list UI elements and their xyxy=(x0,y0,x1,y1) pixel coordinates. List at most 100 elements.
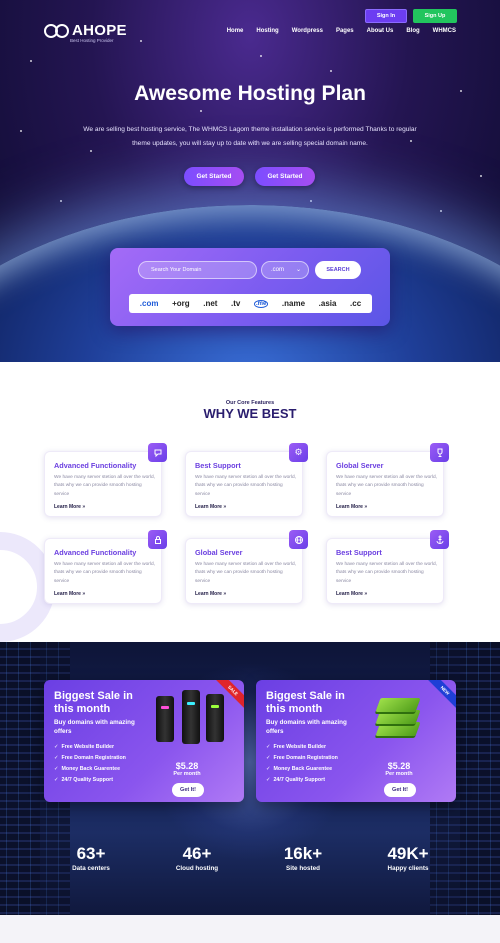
logo-name: AHOPE xyxy=(72,22,127,39)
nav-blog[interactable]: Blog xyxy=(406,28,419,34)
learn-more-link[interactable]: Learn More » xyxy=(54,504,85,510)
sign-up-button[interactable]: Sign Up xyxy=(413,9,457,23)
feature-description: We have many server stetion all over the… xyxy=(54,562,155,584)
feature-title: Best Support xyxy=(336,548,382,557)
list-item: ✓ Money Back Guarentee xyxy=(54,764,126,775)
check-icon: ✓ xyxy=(266,766,271,772)
feature-text: 24/7 Quality Support xyxy=(61,777,113,783)
nav-hosting[interactable]: Hosting xyxy=(256,28,278,34)
feature-text: Free Domain Registration xyxy=(61,755,126,761)
offer-card: SALE Biggest Sale in this month Buy doma… xyxy=(44,680,244,802)
logo-icon xyxy=(44,24,70,38)
auth-buttons: Sign In Sign Up xyxy=(365,9,457,23)
list-item: ✓ Free Domain Registration xyxy=(266,753,338,764)
chevron-down-icon: ⌄ xyxy=(295,267,301,273)
offer-card: NEW Biggest Sale in this month Buy domai… xyxy=(256,680,456,802)
list-item: ✓ 24/7 Quality Support xyxy=(266,775,338,786)
offer-subtitle: Buy domains with amazing offers xyxy=(54,719,135,735)
check-icon: ✓ xyxy=(266,755,271,761)
tld-select-value: .com xyxy=(271,267,285,273)
domain-search-panel: Search Your Domain .com ⌄ SEARCH .com +o… xyxy=(110,248,390,326)
stack-layer xyxy=(375,722,421,736)
tld-tv: .tv xyxy=(231,299,241,308)
offer-feature-list: ✓ Free Website Builder ✓ Free Domain Regis… xyxy=(266,742,338,786)
learn-more-link[interactable]: Learn More » xyxy=(195,504,226,510)
check-icon: ✓ xyxy=(54,755,59,761)
offer-title: Biggest Sale in this month xyxy=(54,690,133,715)
tld-asia: .asia xyxy=(318,299,337,308)
feature-title: Global Server xyxy=(195,548,243,557)
feature-description: We have many server stetion all over the… xyxy=(336,562,437,584)
logo[interactable]: AHOPE xyxy=(44,22,127,39)
ribbon-badge: NEW xyxy=(425,680,456,710)
nav-home[interactable]: Home xyxy=(227,28,244,34)
top-navigation: AHOPE Best Hosting Provider Sign In Sign… xyxy=(0,0,500,46)
nav-pages[interactable]: Pages xyxy=(336,28,354,34)
offer-title: Biggest Sale in this month xyxy=(266,690,345,715)
feature-title: Best Support xyxy=(195,461,241,470)
nav-about-us[interactable]: About Us xyxy=(367,28,394,34)
feature-text: Money Back Guarentee xyxy=(273,766,333,772)
check-icon: ✓ xyxy=(54,766,59,772)
feature-text: Free Website Builder xyxy=(273,744,327,750)
stat-happy-clients: 49K+ Happy clients xyxy=(363,844,453,872)
feature-card: Global Server We have many server stetio… xyxy=(185,530,308,604)
stack-layer xyxy=(375,698,421,712)
anchor-icon xyxy=(430,530,449,549)
domain-search-input[interactable]: Search Your Domain xyxy=(138,261,257,279)
stat-data-centers: 63+ Data centers xyxy=(46,844,136,872)
server-tower xyxy=(156,696,174,742)
nav-whmcs[interactable]: WHMCS xyxy=(433,28,456,34)
tld-net: .net xyxy=(203,299,218,308)
tld-logo-strip: .com +org .net .tv .me .name .asia .cc xyxy=(129,294,372,313)
check-icon: ✓ xyxy=(54,777,59,783)
server-tower xyxy=(206,694,224,742)
hero-title: Awesome Hosting Plan xyxy=(134,82,366,105)
search-button[interactable]: SEARCH xyxy=(315,261,361,279)
stat-label: Happy clients xyxy=(387,865,429,872)
offer-period: Per month xyxy=(385,771,413,777)
list-item: ✓ Free Website Builder xyxy=(54,742,126,753)
offer-price: $5.28 xyxy=(387,761,411,771)
feature-title: Advanced Functionality xyxy=(54,548,137,557)
server-rack-image xyxy=(0,642,40,915)
learn-more-link[interactable]: Learn More » xyxy=(336,591,367,597)
learn-more-link[interactable]: Learn More » xyxy=(195,591,226,597)
stat-number: 49K+ xyxy=(387,844,429,863)
hero-subtitle: We are selling best hosting service, The… xyxy=(83,126,417,147)
stat-number: 16k+ xyxy=(283,844,323,863)
tld-com: .com xyxy=(139,299,159,308)
feature-card: ⚙ Best Support We have many server steti… xyxy=(185,443,308,517)
tld-name: .name xyxy=(281,299,306,308)
feature-description: We have many server stetion all over the… xyxy=(54,475,155,497)
features-title-text: WHY WE BEST xyxy=(200,406,301,421)
stat-number: 46+ xyxy=(182,844,212,863)
feature-card: Best Support We have many server stetion… xyxy=(326,530,449,604)
trophy-icon xyxy=(430,443,449,462)
sign-in-button[interactable]: Sign In xyxy=(365,9,407,23)
get-it-button[interactable]: Get It! xyxy=(172,783,204,797)
chat-bubble-icon xyxy=(148,443,167,462)
features-title: WHY WE BEST xyxy=(0,406,500,421)
feature-text: Money Back Guarentee xyxy=(61,766,121,772)
feature-card: Global Server We have many server stetio… xyxy=(326,443,449,517)
feature-card: Advanced Functionality We have many serv… xyxy=(44,530,167,604)
stat-site-hosted: 16k+ Site hosted xyxy=(258,844,348,872)
learn-more-link[interactable]: Learn More » xyxy=(336,504,367,510)
check-icon: ✓ xyxy=(266,744,271,750)
nav-wordpress[interactable]: Wordpress xyxy=(292,28,323,34)
list-item: ✓ Free Website Builder xyxy=(266,742,338,753)
list-item: ✓ Money Back Guarentee xyxy=(266,764,338,775)
tld-select[interactable]: .com ⌄ xyxy=(261,261,309,279)
green-stack-image xyxy=(372,688,428,748)
feature-text: 24/7 Quality Support xyxy=(273,777,325,783)
tld-me: .me xyxy=(253,299,269,308)
feature-title: Advanced Functionality xyxy=(54,461,137,470)
logo-tagline: Best Hosting Provider xyxy=(70,38,114,43)
tld-org: +org xyxy=(172,299,190,308)
lock-icon xyxy=(148,530,167,549)
learn-more-link[interactable]: Learn More » xyxy=(54,591,85,597)
get-started-button-secondary[interactable]: Get Started xyxy=(255,167,315,186)
get-it-button[interactable]: Get It! xyxy=(384,783,416,797)
get-started-button[interactable]: Get Started xyxy=(184,167,244,186)
